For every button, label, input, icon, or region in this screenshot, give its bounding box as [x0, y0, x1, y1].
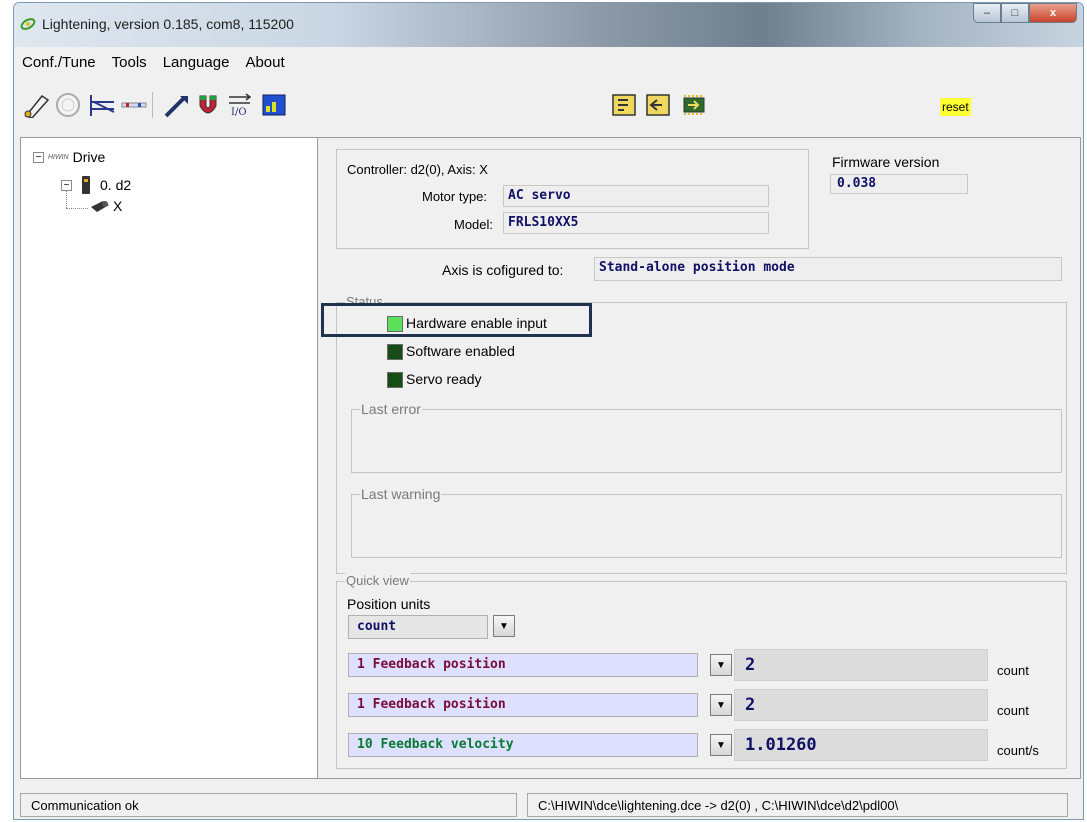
- quick-view-value-3: 1.01260: [734, 729, 988, 761]
- position-units-select[interactable]: count: [348, 615, 488, 639]
- quick-view-signal-2-dropdown-button[interactable]: ▼: [710, 694, 732, 716]
- tree-line: [66, 208, 88, 209]
- window-title: Lightening, version 0.185, com8, 115200: [42, 16, 294, 32]
- window-controls: – □ x: [973, 3, 1077, 25]
- motor-type-field: AC servo: [503, 185, 769, 207]
- close-button[interactable]: x: [1029, 3, 1077, 23]
- tree-item-label: Drive: [72, 149, 106, 165]
- highlight-frame: [321, 303, 592, 337]
- position-units-dropdown-button[interactable]: ▼: [493, 615, 515, 637]
- minimize-button[interactable]: –: [973, 3, 1001, 23]
- model-label: Model:: [454, 217, 494, 232]
- maximize-button[interactable]: □: [1001, 3, 1029, 23]
- tree-item-label: 0. d2: [100, 177, 132, 193]
- menu-about[interactable]: About: [243, 52, 286, 73]
- quick-view-signal-2[interactable]: 1 Feedback position: [348, 693, 698, 717]
- collapse-icon[interactable]: −: [33, 151, 44, 163]
- firmware-version-field: 0.038: [830, 174, 968, 194]
- title-bar[interactable]: Lightening, version 0.185, com8, 115200 …: [14, 3, 1083, 47]
- quick-view-unit-2: count: [997, 703, 1029, 718]
- quick-view-value-1: 2: [734, 649, 988, 681]
- dial-gauge-icon[interactable]: [54, 92, 82, 118]
- hiwin-logo: HIWIN: [48, 153, 69, 161]
- last-error-group: Last error: [351, 401, 1062, 473]
- status-bar: Communication ok C:\HIWIN\dce\lightening…: [14, 785, 1083, 819]
- drive-tree: − HIWIN Drive − 0. d2 X: [20, 137, 318, 779]
- load-icon[interactable]: [610, 92, 638, 118]
- quick-view-signal-3[interactable]: 10 Feedback velocity: [348, 733, 698, 757]
- tuning-chart-icon[interactable]: [88, 92, 116, 118]
- quick-view-signal-1[interactable]: 1 Feedback position: [348, 653, 698, 677]
- last-warning-group: Last warning: [351, 486, 1062, 558]
- servo-ready-label: Servo ready: [406, 371, 482, 387]
- software-enabled-led-icon: [387, 344, 403, 360]
- quick-view-unit-3: count/s: [997, 743, 1039, 758]
- drive-unit-icon: [82, 176, 90, 194]
- collapse-icon[interactable]: −: [61, 179, 72, 191]
- reset-button[interactable]: reset: [940, 98, 971, 116]
- motor-type-label: Motor type:: [422, 189, 488, 204]
- quick-view-signal-3-dropdown-button[interactable]: ▼: [710, 734, 732, 756]
- model-field: FRLS10XX5: [503, 212, 769, 234]
- tree-item-axis-x[interactable]: X: [89, 198, 122, 214]
- menu-bar: Conf./Tune Tools Language About: [14, 48, 1083, 76]
- tree-item-label: X: [113, 198, 123, 214]
- probe-icon[interactable]: [22, 92, 50, 118]
- tree-line: [66, 190, 67, 208]
- wand-icon[interactable]: [162, 92, 190, 118]
- scope-icon[interactable]: [260, 92, 288, 118]
- app-logo-icon: [20, 18, 36, 30]
- app-window: Lightening, version 0.185, com8, 115200 …: [13, 2, 1084, 820]
- toolbar: I/O reset: [14, 78, 1083, 130]
- last-warning-legend: Last warning: [360, 486, 442, 502]
- motor-icon: [91, 201, 109, 212]
- menu-language[interactable]: Language: [161, 52, 232, 73]
- quick-view-signal-1-dropdown-button[interactable]: ▼: [710, 654, 732, 676]
- software-enabled-label: Software enabled: [406, 343, 515, 359]
- quick-view-legend: Quick view: [345, 573, 410, 588]
- menu-conf-tune[interactable]: Conf./Tune: [20, 52, 98, 73]
- tree-item-d2[interactable]: − 0. d2: [61, 175, 131, 195]
- io-bars-icon[interactable]: [120, 92, 148, 118]
- last-error-legend: Last error: [360, 401, 422, 417]
- axis-config-field: Stand-alone position mode: [594, 257, 1062, 281]
- position-units-label: Position units: [347, 596, 431, 612]
- axis-config-label: Axis is cofigured to:: [442, 262, 564, 278]
- menu-tools[interactable]: Tools: [110, 52, 149, 73]
- magnet-icon[interactable]: [194, 92, 222, 118]
- quick-view-value-2: 2: [734, 689, 988, 721]
- main-panel: Controller: d2(0), Axis: X Motor type: A…: [317, 137, 1081, 779]
- quick-view-unit-1: count: [997, 663, 1029, 678]
- tree-item-drive[interactable]: − HIWIN Drive: [33, 149, 105, 165]
- firmware-version-label: Firmware version: [832, 154, 940, 170]
- svg-text:I/O: I/O: [231, 107, 247, 118]
- chip-icon[interactable]: [680, 92, 708, 118]
- toolbar-separator: [152, 92, 153, 118]
- file-path-status: C:\HIWIN\dce\lightening.dce -> d2(0) , C…: [527, 793, 1068, 817]
- controller-axis-info: Controller: d2(0), Axis: X: [347, 162, 488, 177]
- io-icon[interactable]: I/O: [226, 92, 254, 118]
- communication-status: Communication ok: [20, 793, 517, 817]
- servo-ready-led-icon: [387, 372, 403, 388]
- save-icon[interactable]: [644, 92, 672, 118]
